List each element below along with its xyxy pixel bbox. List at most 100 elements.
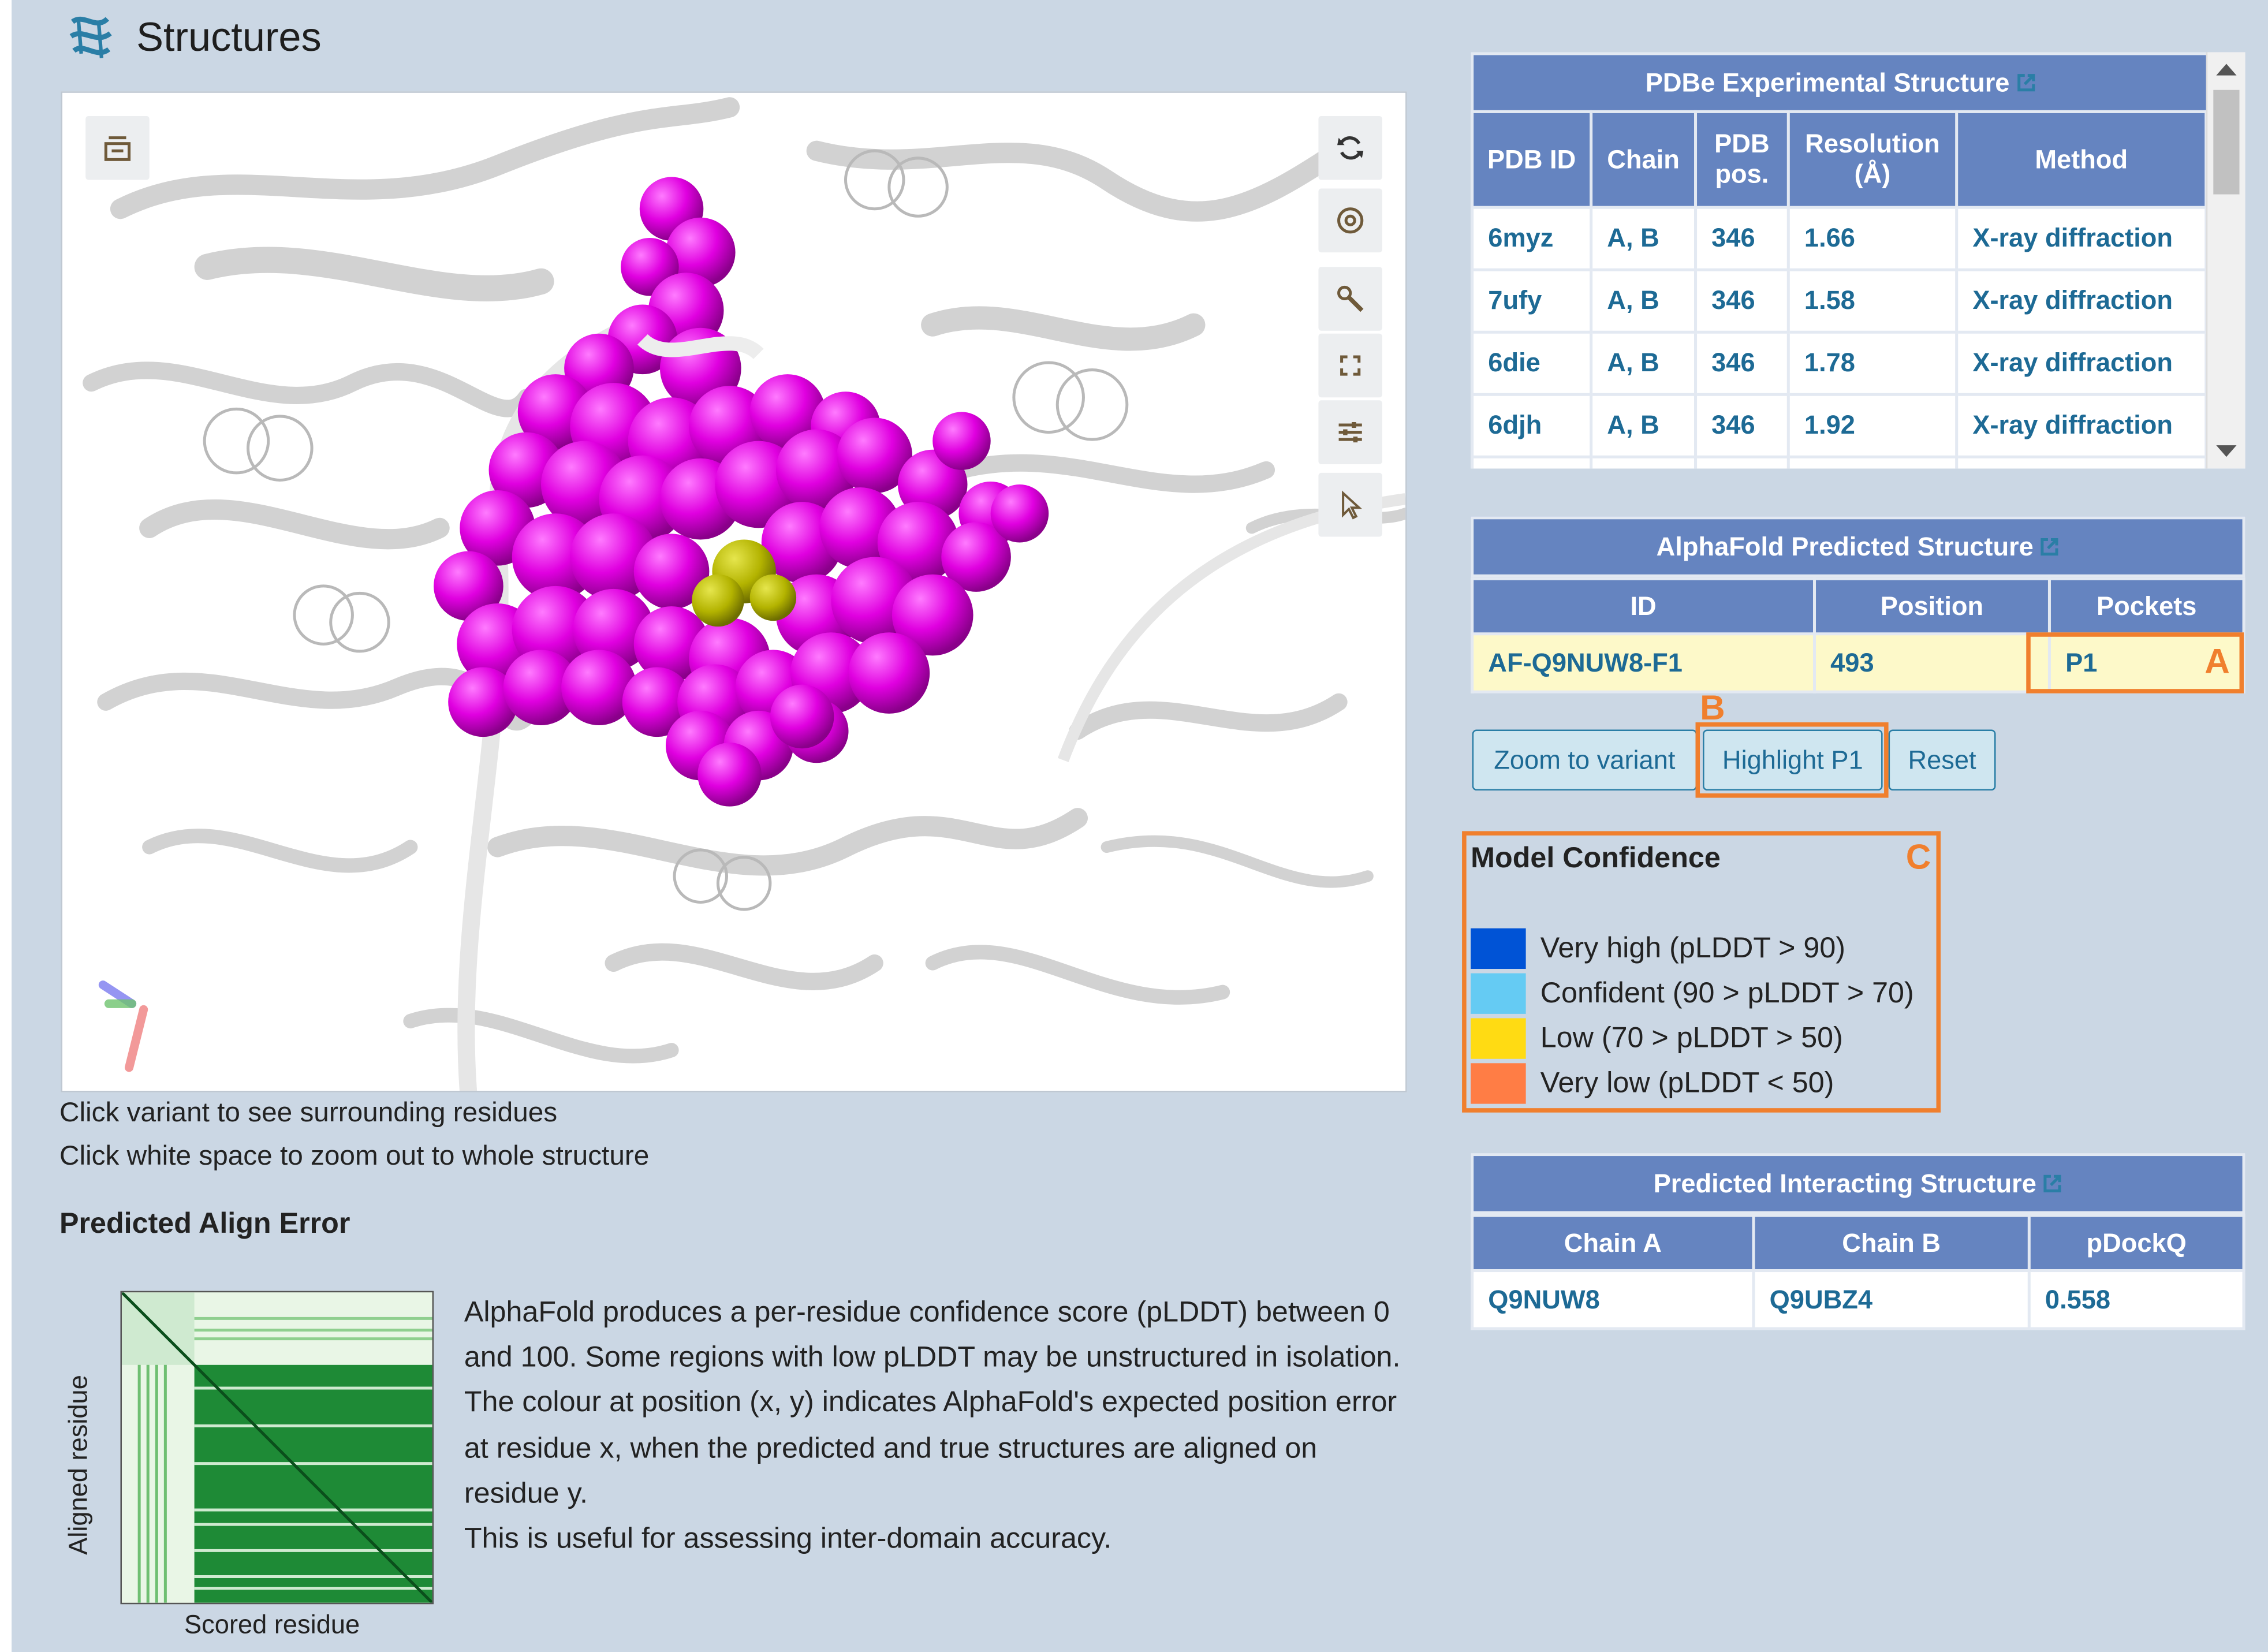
alphafold-id-link[interactable]: AF-Q9NUW8-F1 (1471, 632, 1816, 693)
table-cell: X-ray diffraction (1955, 206, 2208, 271)
protein-structure-icon (69, 16, 112, 58)
pae-x-axis-label: Scored residue (184, 1610, 360, 1639)
pdb-id-link[interactable]: 6die (1471, 330, 1593, 396)
external-link-icon[interactable] (2042, 1173, 2062, 1194)
af-col-id: ID (1471, 577, 1816, 636)
pdb-id-link[interactable]: 6myz (1471, 206, 1593, 271)
confidence-legend-item: Confident (90 > pLDDT > 70) (1471, 973, 1914, 1014)
legend-swatch (1471, 1063, 1526, 1104)
pdbe-col-method: Method (1955, 110, 2208, 209)
pocket-sphere (932, 412, 991, 470)
pdbe-col-pos: PDB pos. (1694, 110, 1790, 209)
reset-view-button[interactable] (1318, 115, 1382, 180)
expand-icon (1340, 355, 1361, 376)
table-cell: X-ray diffraction (1955, 393, 2208, 458)
legend-label: Very low (pLDDT < 50) (1540, 1066, 1834, 1099)
toggle-controls-button[interactable] (85, 115, 150, 180)
confidence-legend-title: Model Confidence (1471, 842, 1721, 875)
chain-b-link[interactable]: Q9UBZ4 (1752, 1269, 2031, 1330)
external-link-icon[interactable] (2016, 73, 2036, 93)
confidence-legend-item: Low (70 > pLDDT > 50) (1471, 1018, 1843, 1059)
pdockq-value: 0.558 (2027, 1269, 2245, 1330)
wrench-icon (1337, 285, 1364, 312)
orientation-axes (98, 980, 148, 1072)
interacting-table: Chain A Chain B pDockQ Q9NUW8 Q9UBZ4 0.5… (1471, 1214, 2245, 1330)
selection-mode-button[interactable] (1318, 472, 1382, 537)
table-cell: 1.58 (1786, 268, 1959, 334)
section-title: Structures (136, 14, 322, 59)
screenshot-button[interactable] (1318, 188, 1382, 253)
cursor-arrow-icon (1342, 490, 1362, 520)
pocket-sphere (697, 743, 762, 807)
pae-paragraph: The colour at position (x, y) indicates … (464, 1387, 1397, 1510)
int-col-pdockq: pDockQ (2027, 1214, 2245, 1273)
panel-icon (104, 136, 131, 161)
viewer-hint-zoom: Click white space to zoom out to whole s… (59, 1141, 650, 1172)
confidence-legend-item: Very high (pLDDT > 90) (1471, 928, 1845, 969)
table-cell: X-ray diffraction (1955, 330, 2208, 396)
controls-button[interactable] (1318, 400, 1382, 464)
int-col-chain-a: Chain A (1471, 1214, 1755, 1273)
pae-paragraph: AlphaFold produces a per-residue confide… (464, 1296, 1401, 1374)
table-cell: 346 (1694, 206, 1790, 271)
table-cell: 1.78 (1786, 330, 1959, 396)
table-row[interactable]: 7ufy A, B 346 1.58 X-ray diffraction (1471, 268, 2208, 334)
pocket-p1-spheres[interactable] (434, 177, 1049, 807)
table-cell: A, B (1590, 330, 1698, 396)
sliders-icon (1338, 422, 1362, 443)
af-col-position: Position (1813, 577, 2051, 636)
pdbe-table: PDB ID Chain PDB pos. Resolution (Å) Met… (1471, 110, 2208, 469)
table-row[interactable]: Q9NUW8 Q9UBZ4 0.558 (1471, 1269, 2245, 1330)
table-cell: 1.66 (1786, 206, 1959, 271)
pdbe-col-chain: Chain (1590, 110, 1698, 209)
table-cell: 493 (1813, 632, 2051, 693)
refresh-icon (1337, 136, 1364, 160)
pocket-sphere (990, 484, 1049, 543)
pae-heatmap-image (122, 1292, 432, 1603)
pae-paragraph: This is useful for assessing inter-domai… (464, 1523, 1112, 1555)
pae-y-axis-label: Aligned residue (64, 1375, 93, 1555)
table-cell: A, B (1590, 268, 1698, 334)
chain-a-link[interactable]: Q9NUW8 (1471, 1269, 1755, 1330)
pocket-sphere (848, 632, 930, 714)
fullscreen-button[interactable] (1318, 333, 1382, 398)
external-link-icon[interactable] (2039, 536, 2060, 557)
pdb-id-link[interactable]: 7ufy (1471, 268, 1593, 334)
settings-button[interactable] (1318, 267, 1382, 331)
legend-swatch (1471, 928, 1526, 969)
pdb-id-link[interactable]: 6djh (1471, 393, 1593, 458)
table-row[interactable]: 6djh A, B 346 1.92 X-ray diffraction (1471, 393, 2208, 458)
section-header: Structures (64, 9, 322, 66)
annotation-label-c: C (1905, 838, 1931, 878)
viewer-hint-variant: Click variant to see surrounding residue… (59, 1098, 558, 1129)
annotation-label-a: A (2204, 642, 2230, 682)
table-cell: A, B (1590, 393, 1698, 458)
legend-label: Low (70 > pLDDT > 50) (1540, 1021, 1843, 1054)
pocket-sphere (770, 684, 834, 749)
legend-label: Very high (pLDDT > 90) (1540, 931, 1846, 964)
pdbe-col-pdb-id: PDB ID (1471, 110, 1593, 209)
af-col-pockets: Pockets (2047, 577, 2245, 636)
legend-swatch (1471, 1018, 1526, 1059)
table-row[interactable]: 6die A, B 346 1.78 X-ray diffraction (1471, 330, 2208, 396)
protein-3d-render[interactable] (62, 93, 1406, 1091)
scrollbar-thumb[interactable] (2213, 90, 2240, 195)
camera-shutter-icon (1337, 207, 1364, 234)
table-row[interactable]: 6myz A, B 346 1.66 X-ray diffraction (1471, 206, 2208, 271)
table-cell: 346 (1694, 393, 1790, 458)
annotation-box-b (1695, 722, 1889, 798)
pdbe-scrollbar[interactable] (2206, 52, 2245, 469)
annotation-label-b: B (1700, 689, 1725, 729)
reset-button[interactable]: Reset (1888, 729, 1996, 791)
pdbe-table-panel[interactable]: PDBe Experimental Structure PDB ID Chain… (1471, 52, 2245, 469)
scroll-down-icon[interactable] (2216, 445, 2237, 457)
interacting-table-panel: Predicted Interacting Structure Chain A … (1471, 1153, 2245, 1330)
pae-description: AlphaFold produces a per-residue confide… (464, 1291, 1407, 1562)
zoom-to-variant-button[interactable]: Zoom to variant (1472, 729, 1698, 791)
legend-swatch (1471, 973, 1526, 1014)
table-cell: 1.92 (1786, 393, 1959, 458)
alphafold-table-title: AlphaFold Predicted Structure (1471, 516, 2245, 577)
table-cell: 346 (1694, 268, 1790, 334)
scroll-up-icon[interactable] (2216, 64, 2237, 76)
structure-viewer[interactable] (61, 91, 1407, 1092)
